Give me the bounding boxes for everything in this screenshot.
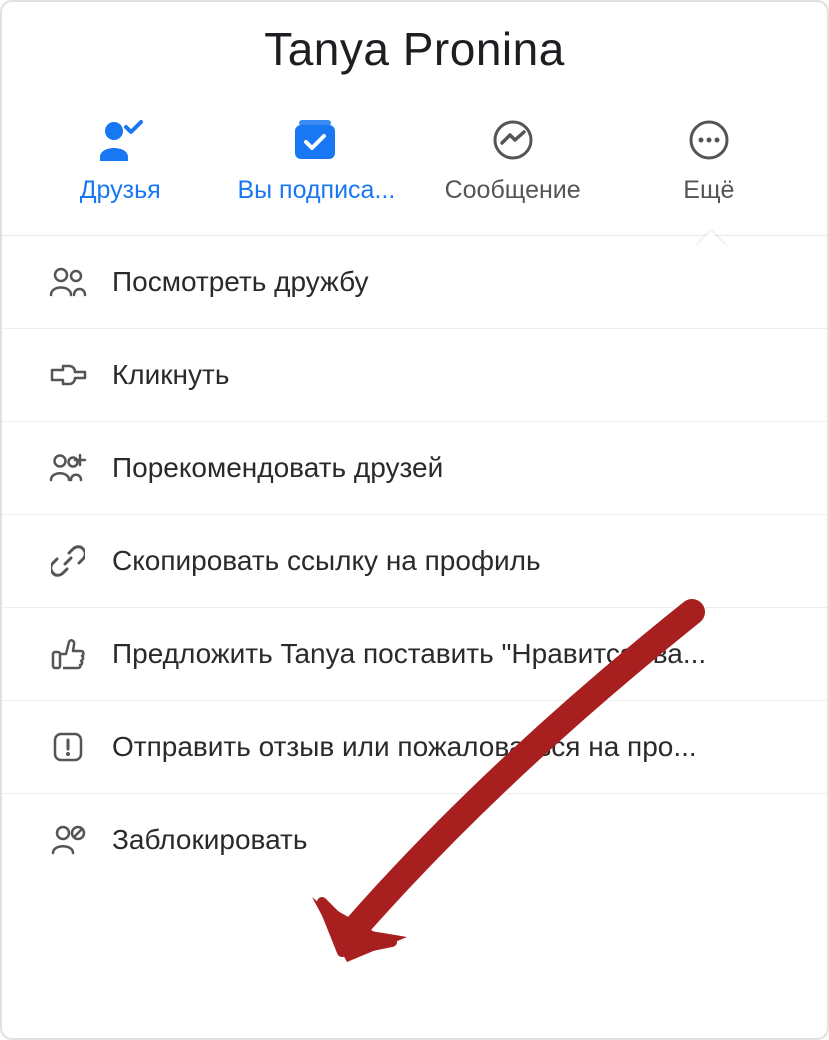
message-label: Сообщение: [445, 176, 581, 205]
friend-check-icon: [96, 116, 144, 164]
menu-label: Отправить отзыв или пожаловаться на про.…: [112, 731, 697, 763]
people-plus-icon: [42, 450, 94, 486]
following-label: Вы подписа...: [237, 176, 395, 205]
following-icon: [292, 116, 340, 164]
menu-block[interactable]: Заблокировать: [2, 794, 827, 886]
menu-report[interactable]: Отправить отзыв или пожаловаться на про.…: [2, 701, 827, 794]
menu-poke[interactable]: Кликнуть: [2, 329, 827, 422]
following-button[interactable]: Вы подписа...: [226, 116, 406, 205]
menu-label: Порекомендовать друзей: [112, 452, 443, 484]
menu-label: Заблокировать: [112, 824, 307, 856]
menu-label: Посмотреть дружбу: [112, 266, 369, 298]
menu-label: Предложить Tanya поставить "Нравится" ва…: [112, 638, 706, 670]
more-icon: [685, 116, 733, 164]
messenger-icon: [489, 116, 537, 164]
thumbs-up-icon: [42, 636, 94, 672]
block-user-icon: [42, 822, 94, 858]
people-icon: [42, 264, 94, 300]
menu-pointer: [695, 231, 727, 247]
more-label: Ещё: [683, 176, 734, 205]
more-menu: Посмотреть дружбу Кликнуть: [2, 236, 827, 886]
menu-suggest-friends[interactable]: Порекомендовать друзей: [2, 422, 827, 515]
profile-title: Tanya Pronina: [2, 2, 827, 106]
menu-label: Кликнуть: [112, 359, 229, 391]
menu-copy-link[interactable]: Скопировать ссылку на профиль: [2, 515, 827, 608]
menu-invite-like[interactable]: Предложить Tanya поставить "Нравится" ва…: [2, 608, 827, 701]
message-button[interactable]: Сообщение: [423, 116, 603, 205]
profile-action-row: Друзья Вы подписа... Сообщение: [2, 106, 827, 236]
menu-see-friendship[interactable]: Посмотреть дружбу: [2, 236, 827, 329]
friends-label: Друзья: [80, 176, 161, 205]
more-button[interactable]: Ещё: [619, 116, 799, 205]
menu-label: Скопировать ссылку на профиль: [112, 545, 541, 577]
link-icon: [42, 543, 94, 579]
point-icon: [42, 357, 94, 393]
report-icon: [42, 729, 94, 765]
friends-button[interactable]: Друзья: [30, 116, 210, 205]
